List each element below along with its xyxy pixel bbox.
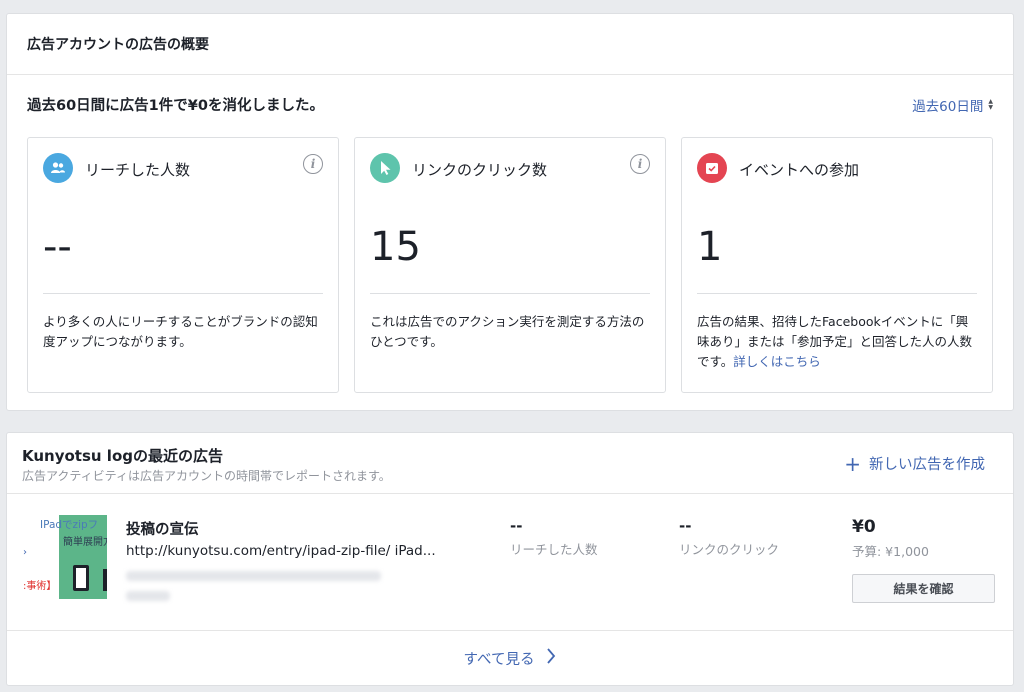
ad-budget: 予算: ¥1,000	[852, 544, 929, 559]
ad-spend-metric: ¥0 予算: ¥1,000	[852, 517, 929, 560]
phone-icon	[73, 565, 89, 591]
ad-reach-value: --	[510, 517, 523, 535]
ad-name[interactable]: 投稿の宣伝	[126, 518, 199, 539]
period-label: 過去60日間	[912, 98, 984, 115]
recent-ads-panel: Kunyotsu logの最近の広告 広告アクティビティは広告アカウントの時間帯…	[6, 432, 1014, 686]
cursor-icon	[370, 153, 400, 183]
link-click-description: これは広告でのアクション実行を測定する方法のひとつです。	[370, 314, 645, 349]
overview-header: 広告アカウントの広告の概要	[7, 14, 1013, 75]
spend-summary: 過去60日間に広告1件で¥0を消化しました。	[27, 98, 324, 114]
event-card-title: イベントへの参加	[739, 161, 860, 179]
link-click-card-title: リンクのクリック数	[412, 161, 548, 179]
divider	[370, 293, 650, 294]
recent-header: Kunyotsu logの最近の広告 広告アクティビティは広告アカウントの時間帯…	[7, 433, 1013, 494]
ad-click-label: リンクのクリック	[679, 542, 780, 557]
create-ad-label: 新しい広告を作成	[869, 457, 985, 473]
ad-click-metric: -- リンクのクリック	[679, 517, 779, 558]
link-click-card: リンクのクリック数 i 15 これは広告でのアクション実行を測定する方法のひとつ…	[354, 137, 666, 393]
plus-icon: +	[844, 451, 861, 476]
ad-row[interactable]: IPadでzipフ 簡単展開方法 › :事術】 投稿の宣伝 http://kun…	[7, 495, 1013, 631]
ad-overview-panel: 広告アカウントの広告の概要 過去60日間に広告1件で¥0を消化しました。 過去6…	[6, 13, 1014, 411]
view-results-button[interactable]: 結果を確認	[852, 574, 995, 603]
chevron-right-icon	[546, 648, 556, 669]
summary-row: 過去60日間に広告1件で¥0を消化しました。 過去60日間 ▲ ▼	[27, 94, 993, 115]
see-all-label: すべて見る	[463, 652, 535, 668]
calendar-icon	[697, 153, 727, 183]
learn-more-link[interactable]: 詳しくはこちら	[733, 354, 821, 369]
divider	[697, 293, 977, 294]
sort-arrows-icon: ▲ ▼	[988, 97, 993, 111]
event-card: イベントへの参加 1 広告の結果、招待したFacebookイベントに「興味あり」…	[681, 137, 993, 393]
thumbnail-text: :事術】	[23, 581, 57, 592]
link-click-value: 15	[370, 224, 421, 270]
chevron-right-icon: ›	[23, 547, 27, 558]
ad-spend-value: ¥0	[852, 517, 876, 537]
period-select[interactable]: 過去60日間 ▲ ▼	[912, 95, 993, 115]
ad-reach-metric: -- リーチした人数	[510, 517, 598, 558]
thumbnail-text: 簡単展開方法	[63, 537, 107, 548]
metric-cards: リーチした人数 i -- より多くの人にリーチすることがブランドの認知度アップに…	[27, 137, 993, 393]
see-all-link[interactable]: すべて見る	[7, 631, 1013, 686]
blurred-text	[126, 571, 381, 581]
reach-card-title: リーチした人数	[85, 161, 191, 179]
reach-description: より多くの人にリーチすることがブランドの認知度アップにつながります。	[43, 314, 318, 349]
people-icon	[43, 153, 73, 183]
ad-url: http://kunyotsu.com/entry/ipad-zip-file/…	[126, 543, 436, 559]
info-icon[interactable]: i	[630, 154, 650, 174]
reach-value: --	[43, 224, 72, 270]
ad-reach-label: リーチした人数	[510, 542, 598, 557]
blurred-text	[126, 591, 170, 601]
ad-click-value: --	[679, 517, 692, 535]
event-value: 1	[697, 224, 723, 270]
ad-thumbnail[interactable]: IPadでzipフ 簡単展開方法 › :事術】	[23, 515, 107, 599]
recent-subtitle: 広告アクティビティは広告アカウントの時間帯でレポートされます。	[22, 469, 391, 483]
thumbnail-text: IPadでzipフ	[40, 519, 99, 531]
info-icon[interactable]: i	[303, 154, 323, 174]
create-ad-button[interactable]: + 新しい広告を作成	[844, 453, 985, 474]
phone-icon	[103, 569, 107, 591]
recent-title: Kunyotsu logの最近の広告	[22, 447, 223, 465]
divider	[43, 293, 323, 294]
event-description: 広告の結果、招待したFacebookイベントに「興味あり」または「参加予定」と回…	[697, 312, 977, 372]
overview-title: 広告アカウントの広告の概要	[27, 37, 209, 53]
reach-card: リーチした人数 i -- より多くの人にリーチすることがブランドの認知度アップに…	[27, 137, 339, 393]
